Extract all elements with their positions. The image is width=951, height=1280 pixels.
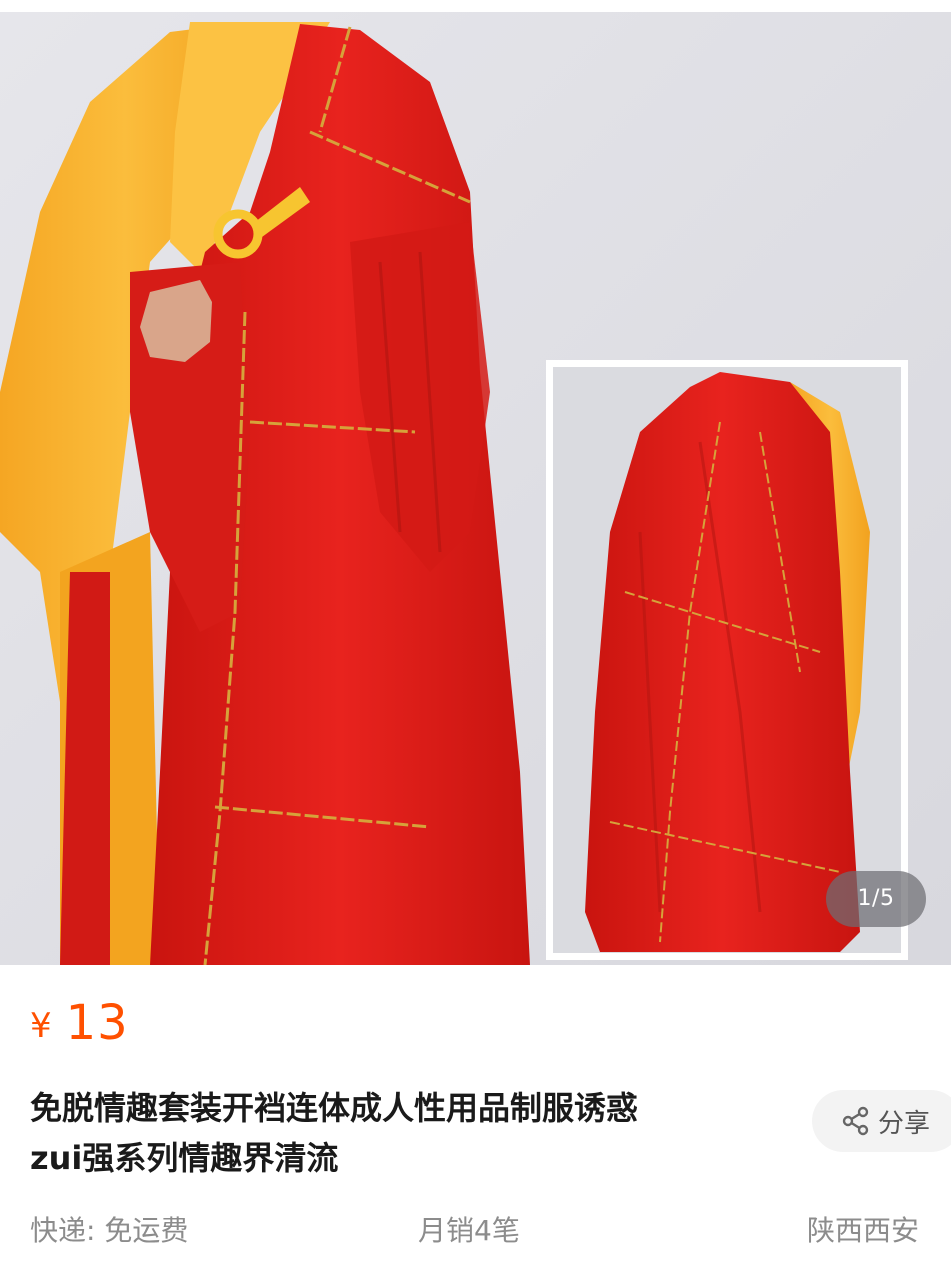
product-title-line-2: zui强系列情趣界清流 [30,1139,339,1177]
share-button[interactable]: 分享 [812,1090,951,1152]
product-page: 1/5 ¥13 免脱情趣套装开裆连体成人性用品制服诱惑 zui强系列情趣界清流 … [0,0,951,1280]
product-photo[interactable] [0,12,951,965]
monthly-sales: 月销4笔 [418,1214,520,1247]
location: 陕西西安 [806,1214,919,1247]
meta-row: 快递: 免运费 月销4笔 陕西西安 [0,1209,951,1253]
product-title: 免脱情趣套装开裆连体成人性用品制服诱惑 zui强系列情趣界清流 [30,1083,790,1183]
product-info: ¥13 免脱情趣套装开裆连体成人性用品制服诱惑 zui强系列情趣界清流 分享 快… [0,965,951,1280]
product-title-line-1: 免脱情趣套装开裆连体成人性用品制服诱惑 [30,1089,639,1127]
share-icon [842,1106,869,1136]
price-currency: ¥ [30,1006,52,1046]
shipping-info: 快递: 免运费 [30,1214,189,1247]
share-label: 分享 [878,1108,931,1139]
price-value: 13 [65,995,129,1051]
image-counter: 1/5 [826,871,926,927]
price: ¥13 [30,995,129,1051]
product-image-gallery[interactable]: 1/5 [0,0,951,965]
